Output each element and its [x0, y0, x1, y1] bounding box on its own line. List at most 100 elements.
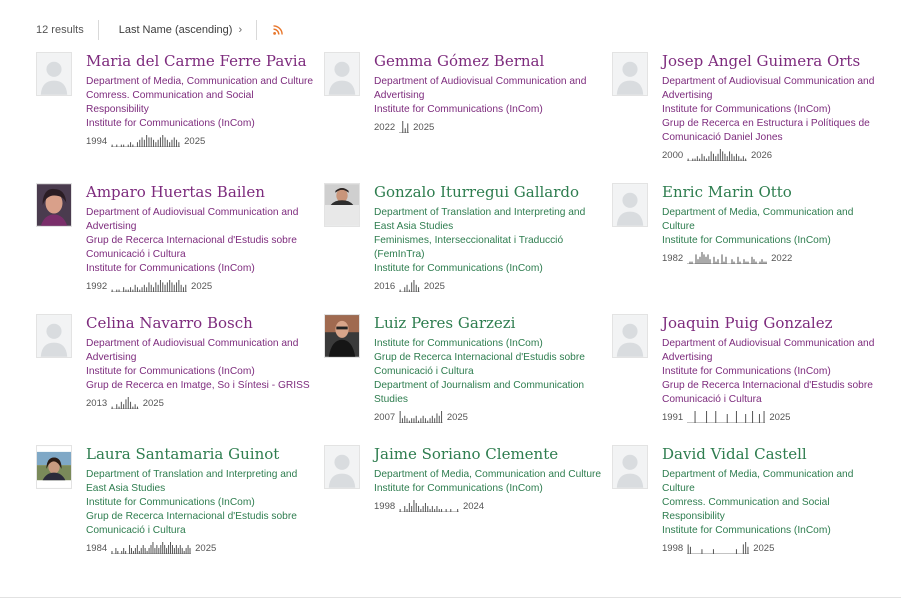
activity-bar: [132, 144, 134, 147]
organisation-link[interactable]: Department of Media, Communication and C…: [374, 468, 606, 482]
person-name-link[interactable]: Celina Navarro Bosch: [86, 314, 318, 333]
avatar[interactable]: [36, 314, 72, 358]
person-name-link[interactable]: Joaquin Puig Gonzalez: [662, 314, 880, 333]
avatar[interactable]: [612, 445, 648, 489]
activity-bar: [431, 506, 433, 512]
activity-bar: [723, 261, 725, 264]
activity-sparkline: [687, 542, 750, 554]
activity-timeline: 1984 2025: [86, 540, 318, 554]
person-info: Luiz Peres Garzezi Institute for Communic…: [374, 314, 606, 423]
activity-timeline: 2013 2025: [86, 395, 318, 409]
activity-bar: [146, 287, 148, 292]
person-name-link[interactable]: Enric Marin Otto: [662, 183, 880, 202]
person-name-link[interactable]: Laura Santamaria Guinot: [86, 445, 318, 464]
activity-bar: [406, 284, 408, 292]
activity-bar: [129, 545, 131, 554]
chevron-right-icon: ›: [238, 24, 243, 36]
organisation-link[interactable]: Institute for Communications (InCom): [662, 103, 880, 117]
organisation-link[interactable]: Comress. Communication and Social Respon…: [662, 496, 880, 524]
organisation-link[interactable]: Grup de Recerca Internacional d'Estudis …: [662, 379, 880, 407]
person-info: Gemma Gómez Bernal Department of Audiovis…: [374, 52, 606, 133]
organisation-link[interactable]: Institute for Communications (InCom): [662, 524, 880, 538]
person-name-link[interactable]: Josep Angel Guimera Orts: [662, 52, 880, 71]
person-name-link[interactable]: Gonzalo Iturregui Gallardo: [374, 183, 606, 202]
avatar[interactable]: [324, 183, 360, 227]
organisation-link[interactable]: Institute for Communications (InCom): [662, 234, 880, 248]
organisation-link[interactable]: Grup de Recerca Internacional d'Estudis …: [374, 351, 606, 379]
activity-bar: [155, 282, 157, 292]
activity-bar: [715, 156, 717, 161]
sort-label: Last Name (ascending): [118, 24, 233, 36]
organisation-link[interactable]: Institute for Communications (InCom): [374, 262, 606, 276]
user-placeholder-icon: [325, 446, 359, 488]
person-info: Joaquin Puig Gonzalez Department of Audio…: [662, 314, 880, 423]
activity-bar: [144, 548, 146, 554]
organisation-link[interactable]: Grup de Recerca en Imatge, So i Síntesi …: [86, 379, 318, 393]
person-name-link[interactable]: Gemma Gómez Bernal: [374, 52, 606, 71]
activity-bar: [436, 413, 438, 423]
organisation-link[interactable]: Department of Audiovisual Communication …: [86, 337, 318, 365]
sparkline-container: [687, 251, 768, 264]
avatar[interactable]: [324, 445, 360, 489]
activity-bar: [759, 261, 761, 264]
organisation-link[interactable]: Institute for Communications (InCom): [86, 496, 318, 510]
activity-bar: [153, 139, 155, 147]
organisation-link[interactable]: Institute for Communications (InCom): [374, 337, 606, 351]
activity-bar: [725, 256, 727, 264]
sparkline-container: [687, 410, 766, 423]
activity-bar: [747, 546, 749, 554]
organisation-link[interactable]: Institute for Communications (InCom): [374, 103, 606, 117]
activity-bar: [142, 545, 144, 554]
timeline-start-year: 2013: [86, 398, 108, 409]
person-name-link[interactable]: Jaime Soriano Clemente: [374, 445, 606, 464]
timeline-end-year: 2022: [771, 253, 793, 264]
organisation-link[interactable]: Department of Audiovisual Communication …: [662, 337, 880, 365]
activity-bar: [717, 259, 719, 264]
activity-bar: [116, 404, 118, 409]
organisation-link[interactable]: Department of Media, Communication and C…: [662, 468, 880, 496]
avatar[interactable]: [612, 183, 648, 227]
person-name-link[interactable]: David Vidal Castell: [662, 445, 880, 464]
organisation-link[interactable]: Grup de Recerca Internacional d'Estudis …: [86, 510, 318, 538]
organisation-link[interactable]: Institute for Communications (InCom): [86, 262, 318, 276]
organisation-link[interactable]: Grup de Recerca Internacional d'Estudis …: [86, 234, 318, 262]
rss-feed-link[interactable]: [257, 25, 283, 35]
organisation-link[interactable]: Institute for Communications (InCom): [86, 365, 318, 379]
activity-bar: [152, 542, 154, 554]
organisation-link[interactable]: Department of Journalism and Communicati…: [374, 379, 606, 407]
organisation-link[interactable]: Feminismes, Interseccionalitat i Traducc…: [374, 234, 606, 262]
sparkline-container: [687, 148, 747, 161]
organisation-link[interactable]: Department of Media, Communication and C…: [86, 75, 318, 89]
avatar[interactable]: [36, 183, 72, 227]
avatar[interactable]: [324, 314, 360, 358]
organisation-link[interactable]: Department of Translation and Interpreti…: [374, 206, 606, 234]
avatar[interactable]: [612, 52, 648, 96]
person-name-link[interactable]: Maria del Carme Ferre Pavia: [86, 52, 318, 71]
timeline-end-year: 2025: [184, 136, 206, 147]
activity-bar: [429, 418, 431, 423]
activity-bar: [150, 284, 152, 292]
activity-bar: [733, 156, 735, 161]
organisation-link[interactable]: Department of Audiovisual Communication …: [662, 75, 880, 103]
person-name-link[interactable]: Luiz Peres Garzezi: [374, 314, 606, 333]
organisation-link[interactable]: Institute for Communications (InCom): [662, 365, 880, 379]
person-name-link[interactable]: Amparo Huertas Bailen: [86, 183, 318, 202]
organisation-link[interactable]: Institute for Communications (InCom): [374, 482, 606, 496]
avatar[interactable]: [612, 314, 648, 358]
sort-dropdown[interactable]: Last Name (ascending) ›: [99, 24, 256, 36]
activity-bar: [694, 411, 696, 423]
organisation-link[interactable]: Department of Media, Communication and C…: [662, 206, 880, 234]
organisation-link[interactable]: Department of Audiovisual Communication …: [374, 75, 606, 103]
avatar[interactable]: [36, 445, 72, 489]
avatar[interactable]: [36, 52, 72, 96]
avatar[interactable]: [324, 52, 360, 96]
organisation-link[interactable]: Department of Translation and Interpreti…: [86, 468, 318, 496]
organisation-link[interactable]: Comress. Communication and Social Respon…: [86, 89, 318, 117]
activity-bar: [696, 156, 698, 161]
organisation-link[interactable]: Institute for Communications (InCom): [86, 117, 318, 131]
organisation-link[interactable]: Department of Audiovisual Communication …: [86, 206, 318, 234]
sparkline-container: [399, 410, 443, 423]
activity-bar: [139, 289, 141, 292]
organisation-link[interactable]: Grup de Recerca en Estructura i Polítiqu…: [662, 117, 880, 145]
activity-bar: [164, 545, 166, 554]
